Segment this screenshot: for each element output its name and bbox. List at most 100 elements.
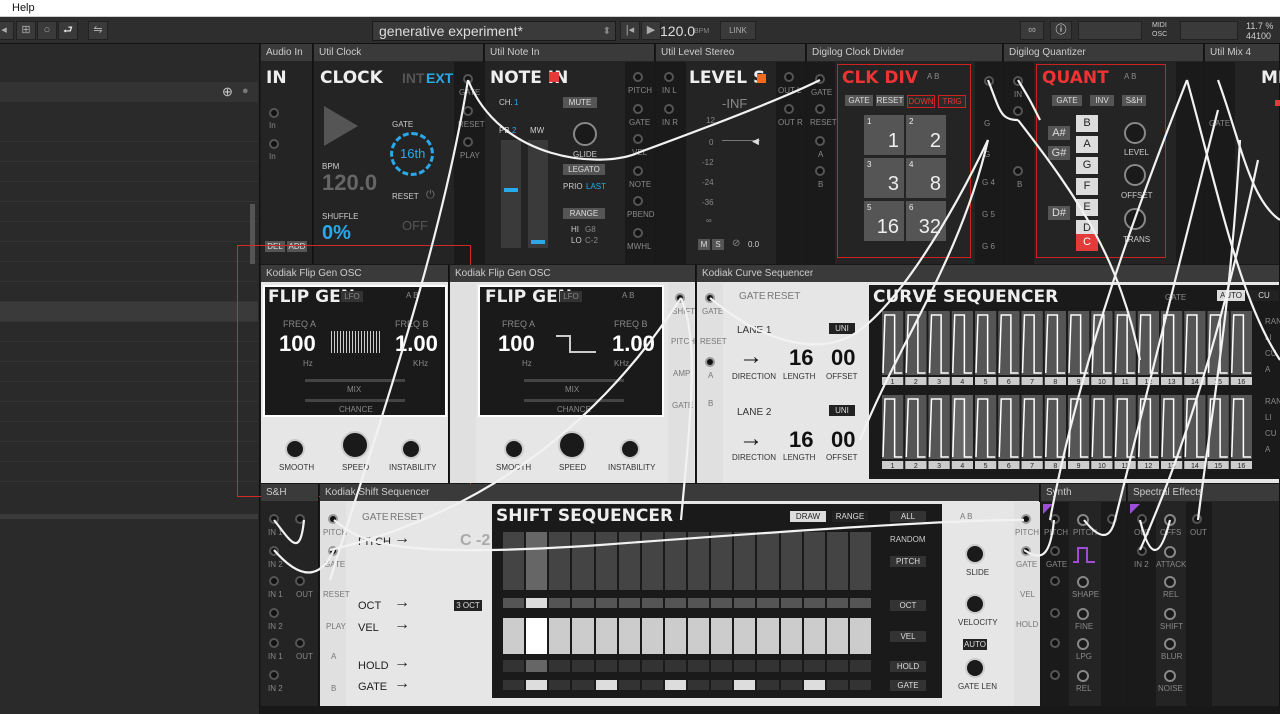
list-item[interactable]	[0, 282, 258, 302]
shift-step-grid[interactable]	[502, 532, 872, 694]
list-item[interactable]	[0, 122, 258, 142]
oct-cell[interactable]	[572, 598, 594, 608]
gate-cell[interactable]	[549, 680, 571, 690]
route-icon[interactable]: ⮐	[58, 21, 78, 40]
hold-cell[interactable]	[780, 660, 802, 672]
oct-cell[interactable]	[803, 598, 825, 608]
hold-cell[interactable]	[618, 660, 640, 672]
module-header[interactable]: Kodiak Shift Sequencer	[320, 484, 1039, 501]
oct-cell[interactable]	[664, 598, 686, 608]
hold-cell[interactable]	[826, 660, 848, 672]
reset-label[interactable]: RESET	[767, 291, 800, 302]
output-jack[interactable]	[633, 104, 643, 114]
input-jack[interactable]	[815, 136, 825, 146]
gate-cell[interactable]	[711, 680, 733, 690]
oct-cell[interactable]	[618, 598, 640, 608]
instability-knob[interactable]	[620, 439, 640, 459]
input-jack[interactable]	[1137, 546, 1147, 556]
vel-cell[interactable]	[549, 618, 571, 654]
grid-icon[interactable]: ⊞	[16, 21, 36, 40]
oct-cell[interactable]	[526, 598, 548, 608]
legato-button[interactable]: LEGATO	[563, 164, 605, 175]
pitch-root-value[interactable]: C -2	[460, 532, 490, 550]
output-jack-play[interactable]	[463, 137, 473, 147]
input-jack[interactable]	[815, 166, 825, 176]
vel-cell[interactable]	[595, 618, 617, 654]
oct-range-button[interactable]: 3 OCT	[454, 600, 482, 611]
output-jack-reset[interactable]	[463, 106, 473, 116]
release-knob[interactable]	[1077, 670, 1089, 682]
note-key[interactable]: B	[1076, 115, 1098, 132]
list-item[interactable]	[0, 422, 258, 442]
gate-cell[interactable]	[826, 680, 848, 690]
input-jack[interactable]	[269, 514, 279, 524]
pitch-cell[interactable]	[711, 532, 733, 590]
input-jack[interactable]	[269, 638, 279, 648]
gate-button[interactable]: GATE	[1052, 95, 1082, 106]
gate-cell[interactable]	[757, 680, 779, 690]
input-jack[interactable]	[1050, 546, 1060, 556]
lane2-direction-icon[interactable]: →	[739, 425, 763, 453]
pitch-cell[interactable]	[641, 532, 663, 590]
oct-cell[interactable]	[826, 598, 848, 608]
auto-button[interactable]: AUTO	[1217, 290, 1245, 301]
module-header[interactable]: Digilog Quantizer	[1004, 44, 1203, 61]
input-jack[interactable]	[1050, 670, 1060, 680]
glide-knob[interactable]	[573, 122, 597, 146]
freq-a-value[interactable]: 100	[498, 331, 535, 357]
note-key[interactable]: A	[1076, 136, 1098, 153]
vel-cell[interactable]	[849, 618, 871, 654]
oct-cell[interactable]	[757, 598, 779, 608]
vel-cell[interactable]	[688, 618, 710, 654]
gate-label[interactable]: GATE	[362, 512, 388, 523]
ab-selector[interactable]: A B	[1124, 72, 1136, 81]
output-jack[interactable]	[1021, 514, 1031, 524]
input-jack[interactable]	[815, 74, 825, 84]
lane1-uni-button[interactable]: UNI	[829, 323, 855, 334]
input-jack[interactable]	[1137, 514, 1147, 524]
auto-button[interactable]: AUTO	[963, 639, 987, 650]
vel-cell[interactable]	[780, 618, 802, 654]
module-header[interactable]: S&H	[261, 484, 318, 501]
note-key-sharp[interactable]: D#	[1048, 206, 1070, 220]
list-item[interactable]	[0, 142, 258, 162]
ab-selector[interactable]: A B	[622, 291, 634, 300]
input-jack[interactable]	[664, 104, 674, 114]
pitch-cell[interactable]	[618, 532, 640, 590]
divider-pad[interactable]: 33	[864, 158, 904, 198]
freq-b-value[interactable]: 1.00	[612, 331, 655, 357]
input-jack[interactable]	[705, 357, 715, 367]
off-toggle[interactable]: OFF	[402, 218, 428, 233]
down-button[interactable]: DOWN	[907, 95, 935, 108]
modwheel-slider[interactable]	[528, 140, 548, 248]
range-label[interactable]: RAN	[1265, 317, 1280, 326]
modwheel-handle[interactable]	[531, 240, 545, 244]
gate-button[interactable]: GATE	[845, 95, 873, 106]
lpg-knob[interactable]	[1077, 638, 1089, 650]
input-jack[interactable]	[1013, 76, 1023, 86]
gate-cell[interactable]	[572, 680, 594, 690]
globe-icon[interactable]: ⊕	[222, 84, 233, 100]
list-item[interactable]	[0, 382, 258, 402]
menu-help[interactable]: Help	[12, 2, 35, 14]
pitch-cell[interactable]	[734, 532, 756, 590]
range-button[interactable]: RANGE	[563, 208, 605, 219]
slide-knob[interactable]	[965, 544, 985, 564]
input-jack[interactable]	[328, 546, 338, 556]
vel-cell[interactable]	[664, 618, 686, 654]
vel-cell[interactable]	[711, 618, 733, 654]
input-jack[interactable]	[269, 608, 279, 618]
lane2-uni-button[interactable]: UNI	[829, 405, 855, 416]
output-jack[interactable]	[295, 638, 305, 648]
lane2-length-value[interactable]: 16	[789, 427, 813, 453]
hold-cell[interactable]	[688, 660, 710, 672]
gate-cell[interactable]	[803, 680, 825, 690]
solo-button[interactable]: S	[712, 239, 724, 250]
output-jack-gate[interactable]	[463, 74, 473, 84]
fine-knob[interactable]	[1077, 608, 1089, 620]
note-key[interactable]: E	[1076, 199, 1098, 216]
ab-selector[interactable]: A B	[960, 512, 972, 521]
vel-cell[interactable]	[618, 618, 640, 654]
note-key-sharp[interactable]: A#	[1048, 126, 1070, 140]
gate-label[interactable]: GATE	[739, 291, 765, 302]
